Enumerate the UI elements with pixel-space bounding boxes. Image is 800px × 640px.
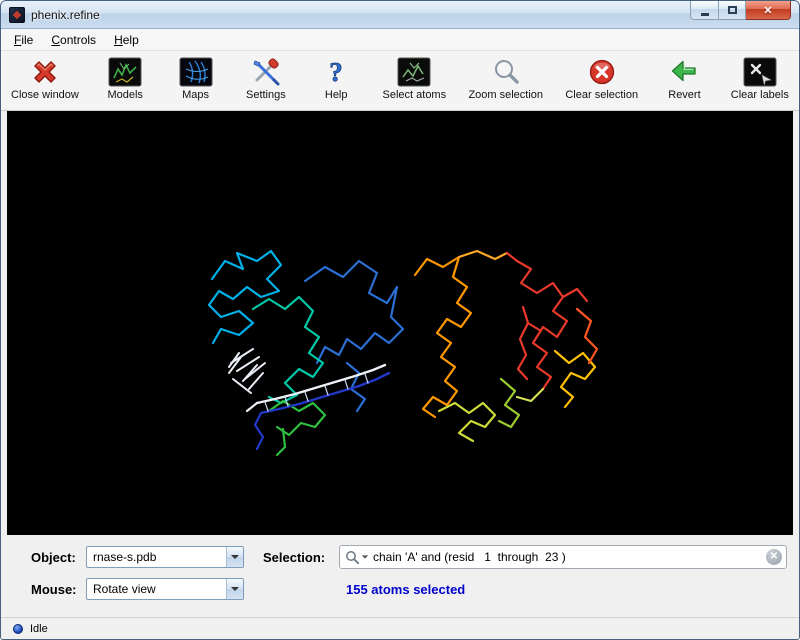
toolbar-label: Clear labels <box>731 89 789 101</box>
maps-button[interactable]: Maps <box>170 55 222 102</box>
maps-icon <box>179 56 213 88</box>
object-dropdown-arrow[interactable] <box>226 547 243 567</box>
minimize-button[interactable] <box>690 1 719 20</box>
object-label: Object: <box>31 550 86 565</box>
chevron-down-icon <box>231 555 239 559</box>
window-title: phenix.refine <box>31 8 100 22</box>
search-options-chevron-icon[interactable] <box>362 555 368 558</box>
clear-text-icon: ✕ <box>770 552 778 562</box>
zoom-selection-button[interactable]: Zoom selection <box>466 55 545 102</box>
menu-file[interactable]: File <box>5 31 42 49</box>
revert-icon <box>669 56 699 88</box>
close-window-button[interactable]: Close window <box>9 55 81 102</box>
menubar: File Controls Help <box>1 29 799 51</box>
models-icon <box>108 56 142 88</box>
settings-icon <box>250 56 282 88</box>
toolbar-label: Revert <box>668 89 700 101</box>
minimize-icon <box>701 13 709 16</box>
clear-selection-button[interactable]: Clear selection <box>563 55 640 102</box>
menu-help[interactable]: Help <box>105 31 148 49</box>
clear-labels-button[interactable]: Clear labels <box>729 55 791 102</box>
zoom-selection-icon <box>491 56 521 88</box>
clear-text-button[interactable]: ✕ <box>766 549 782 565</box>
mouse-mode-dropdown[interactable]: Rotate view <box>86 578 244 600</box>
selection-label: Selection: <box>263 550 339 565</box>
help-icon: ? <box>324 56 348 88</box>
status-text: Idle <box>30 623 48 635</box>
clear-labels-icon <box>743 56 777 88</box>
selection-input[interactable]: chain 'A' and (resid 1 through 23 ) ✕ <box>339 545 787 569</box>
atoms-selected-status: 155 atoms selected <box>346 582 465 597</box>
status-led-icon <box>13 624 23 634</box>
object-dropdown-value: rnase-s.pdb <box>87 547 226 567</box>
maximize-button[interactable] <box>719 1 746 20</box>
models-button[interactable]: Models <box>99 55 151 102</box>
maximize-icon <box>728 6 737 14</box>
chevron-down-icon <box>231 587 239 591</box>
mouse-label: Mouse: <box>31 582 86 597</box>
toolbar-label: Maps <box>182 89 209 101</box>
toolbar-label: Zoom selection <box>468 89 543 101</box>
clear-selection-icon <box>587 56 617 88</box>
object-row: Object: rnase-s.pdb Selection: chain 'A'… <box>31 544 787 570</box>
mouse-row: Mouse: Rotate view 155 atoms selected <box>31 576 787 602</box>
molecule-render <box>7 111 793 535</box>
window-controls: ✕ <box>690 1 791 20</box>
search-icon <box>345 550 360 565</box>
close-icon: ✕ <box>763 4 772 17</box>
help-button[interactable]: ? Help <box>310 55 362 102</box>
toolbar-label: Select atoms <box>383 89 447 101</box>
close-button[interactable]: ✕ <box>746 1 791 20</box>
svg-text:?: ? <box>329 57 343 87</box>
select-atoms-icon <box>397 56 431 88</box>
controls-panel: Object: rnase-s.pdb Selection: chain 'A'… <box>1 535 799 617</box>
toolbar-label: Clear selection <box>565 89 638 101</box>
toolbar-label: Settings <box>246 89 286 101</box>
app-icon <box>9 7 25 23</box>
mouse-dropdown-arrow[interactable] <box>226 579 243 599</box>
statusbar: Idle <box>1 617 799 639</box>
3d-viewport[interactable] <box>7 111 793 535</box>
toolbar-label: Models <box>107 89 142 101</box>
phenix-refine-window: phenix.refine ✕ File Controls Help Close… <box>0 0 800 640</box>
settings-button[interactable]: Settings <box>240 55 292 102</box>
titlebar[interactable]: phenix.refine ✕ <box>1 1 799 29</box>
close-window-icon <box>30 56 60 88</box>
select-atoms-button[interactable]: Select atoms <box>381 55 449 102</box>
toolbar-label: Help <box>325 89 348 101</box>
menu-controls[interactable]: Controls <box>42 31 105 49</box>
selection-text[interactable]: chain 'A' and (resid 1 through 23 ) <box>373 550 566 564</box>
object-dropdown[interactable]: rnase-s.pdb <box>86 546 244 568</box>
mouse-mode-value: Rotate view <box>87 579 226 599</box>
toolbar: Close window Models Maps <box>1 51 799 111</box>
revert-button[interactable]: Revert <box>658 55 710 102</box>
toolbar-label: Close window <box>11 89 79 101</box>
